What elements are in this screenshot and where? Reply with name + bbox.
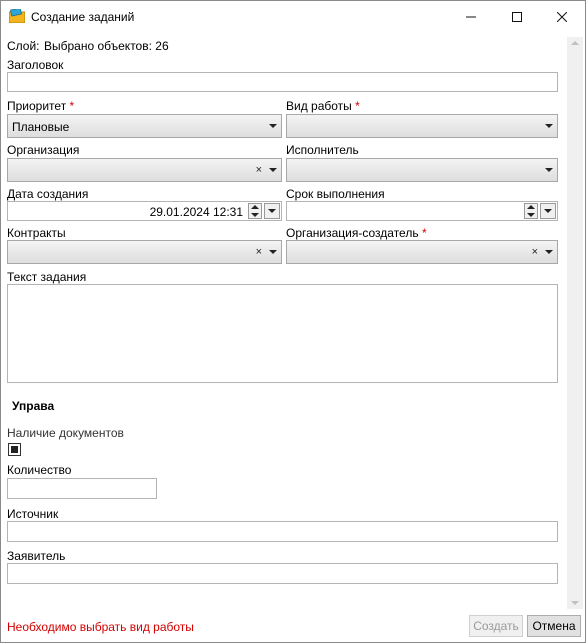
executor-select[interactable] [286, 158, 558, 182]
cancel-button[interactable]: Отмена [527, 615, 581, 637]
deadline-input[interactable] [286, 201, 558, 221]
quantity-label: Количество [7, 463, 72, 477]
maximize-button[interactable] [494, 1, 540, 32]
chevron-down-icon [269, 168, 277, 172]
contracts-select[interactable]: × [7, 240, 282, 264]
minimize-button[interactable] [448, 1, 494, 32]
create-button[interactable]: Создать [469, 615, 523, 637]
work-type-label: Вид работы * [286, 99, 360, 113]
window-title: Создание заданий [31, 10, 135, 24]
created-date-spinner[interactable] [248, 203, 262, 219]
chevron-down-icon [268, 209, 276, 213]
priority-select[interactable]: Плановые [7, 114, 282, 138]
chevron-down-icon [269, 124, 277, 128]
priority-value: Плановые [12, 120, 70, 134]
dialog-window: Создание заданий Слой: Выбрано объектов:… [0, 0, 586, 643]
organization-label: Организация [7, 143, 80, 157]
deadline-label: Срок выполнения [286, 187, 385, 201]
quantity-input[interactable] [7, 478, 157, 499]
source-input[interactable] [7, 521, 558, 542]
title-bar: Создание заданий [1, 1, 585, 32]
section-title: Управа [12, 399, 55, 413]
close-icon [557, 11, 567, 22]
created-date-value: 29.01.2024 12:31 [149, 205, 243, 219]
spin-down-icon [251, 213, 259, 217]
clear-icon[interactable]: × [532, 246, 538, 258]
executor-label: Исполнитель [286, 143, 359, 157]
deadline-spinner[interactable] [524, 203, 538, 219]
layer-value: Выбрано объектов: 26 [44, 39, 169, 53]
chevron-down-icon [545, 250, 553, 254]
clear-icon[interactable]: × [256, 246, 262, 258]
created-date-dropdown[interactable] [264, 203, 280, 219]
documents-label: Наличие документов [7, 426, 124, 440]
applicant-input[interactable] [7, 563, 558, 584]
created-date-input[interactable]: 29.01.2024 12:31 [7, 201, 282, 221]
creator-org-select[interactable]: × [286, 240, 558, 264]
organization-select[interactable]: × [7, 158, 282, 182]
chevron-down-icon [545, 168, 553, 172]
spin-up-icon [527, 205, 535, 209]
vertical-scrollbar[interactable] [567, 37, 583, 609]
source-label: Источник [7, 507, 59, 521]
error-message: Необходимо выбрать вид работы [7, 620, 194, 634]
created-date-label: Дата создания [7, 187, 89, 201]
creator-org-label: Организация-создатель * [286, 226, 427, 240]
documents-checkbox[interactable] [8, 443, 21, 456]
contracts-label: Контракты [7, 226, 66, 240]
priority-label: Приоритет * [7, 99, 75, 113]
task-text-label: Текст задания [7, 270, 87, 284]
close-button[interactable] [539, 1, 585, 32]
checkbox-indeterminate-icon [11, 446, 18, 453]
spin-up-icon [251, 205, 259, 209]
task-text-area[interactable] [7, 284, 558, 383]
minimize-icon [466, 16, 476, 17]
chevron-down-icon [545, 124, 553, 128]
chevron-down-icon [544, 209, 552, 213]
deadline-dropdown[interactable] [540, 203, 556, 219]
app-icon [9, 9, 25, 23]
maximize-icon [512, 11, 522, 22]
layer-label: Слой: [7, 39, 40, 53]
clear-icon[interactable]: × [256, 164, 262, 176]
chevron-down-icon [269, 250, 277, 254]
work-type-select[interactable] [286, 114, 558, 138]
scroll-down-icon[interactable] [571, 601, 579, 605]
title-input[interactable] [7, 72, 558, 92]
title-field-label: Заголовок [7, 58, 64, 72]
applicant-label: Заявитель [7, 549, 66, 563]
scroll-up-icon[interactable] [571, 41, 579, 45]
spin-down-icon [527, 213, 535, 217]
